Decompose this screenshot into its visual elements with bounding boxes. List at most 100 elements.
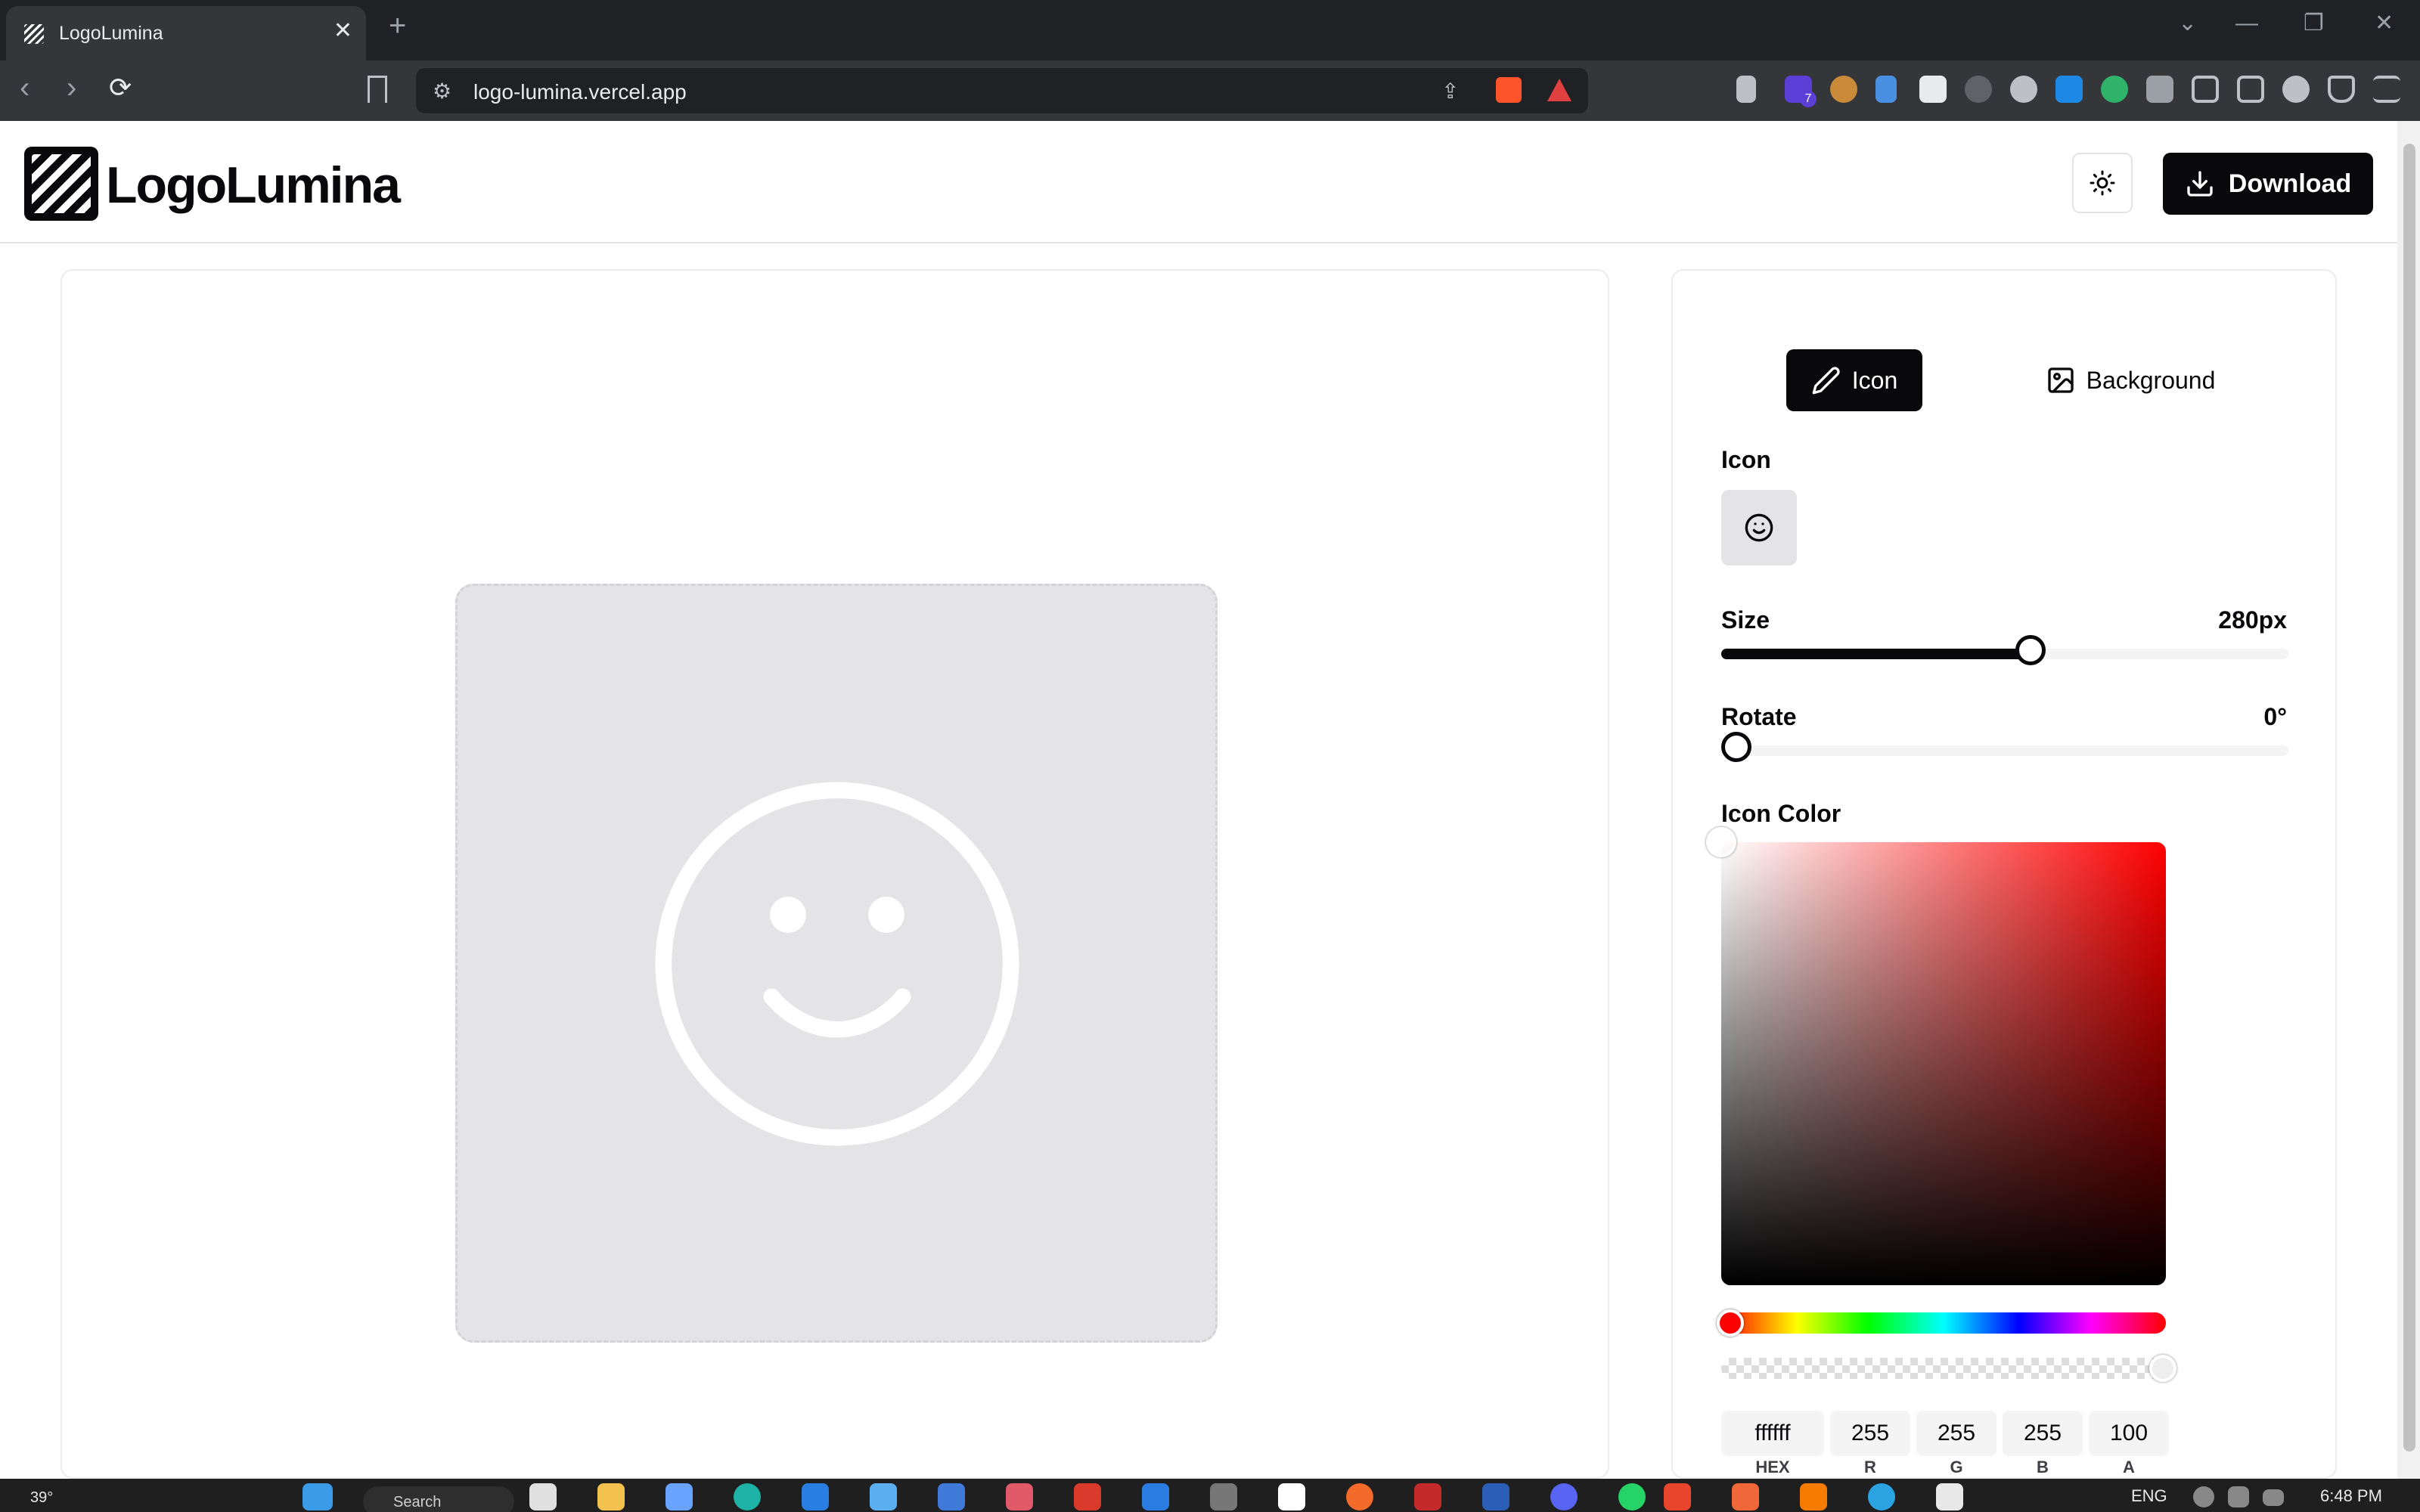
- hex-input[interactable]: ffffff: [1721, 1411, 1824, 1456]
- green-input[interactable]: 255: [1916, 1411, 1996, 1456]
- reload-icon[interactable]: ⟳: [109, 74, 132, 101]
- rotate-slider[interactable]: [1721, 732, 2288, 762]
- icon-picker-button[interactable]: [1721, 490, 1797, 565]
- hue-slider-thumb[interactable]: [1717, 1309, 1744, 1337]
- brave-rewards-icon[interactable]: [1547, 79, 1571, 101]
- app-icon-dark-red[interactable]: [1414, 1483, 1441, 1510]
- browser-tab[interactable]: LogoLumina ✕: [6, 6, 366, 60]
- extension-badge: 7: [1800, 91, 1817, 107]
- restore-button[interactable]: ❐: [2304, 12, 2324, 35]
- back-icon[interactable]: ‹: [20, 73, 29, 103]
- size-slider-thumb[interactable]: [2015, 635, 2046, 665]
- leo-ai-icon[interactable]: [2282, 76, 2310, 103]
- battery-icon[interactable]: [2263, 1489, 2284, 1506]
- app-icon-orange[interactable]: [1346, 1483, 1373, 1510]
- app-icon-coral[interactable]: [1732, 1483, 1759, 1510]
- language-indicator[interactable]: ENG: [2131, 1486, 2167, 1506]
- files-extension-icon[interactable]: [1876, 76, 1897, 103]
- page-scrollbar[interactable]: [2397, 121, 2420, 1479]
- wallet-icon[interactable]: [2237, 76, 2264, 103]
- share-icon[interactable]: ⇪: [1441, 79, 1459, 104]
- copilot-icon[interactable]: [666, 1483, 693, 1510]
- tab-background-label: Background: [2086, 366, 2216, 394]
- red-input[interactable]: 255: [1830, 1411, 1910, 1456]
- close-window-button[interactable]: ✕: [2375, 12, 2394, 35]
- extension-icon-badged[interactable]: 7: [1785, 76, 1817, 107]
- address-bar[interactable]: ⚙ logo-lumina.vercel.app ⇪: [416, 68, 1588, 113]
- bookmark-icon[interactable]: [368, 76, 387, 103]
- hex-field-label: HEX: [1755, 1458, 1790, 1476]
- control-panel: Icon Background Icon Size 280px Rotate 0…: [1671, 269, 2337, 1479]
- extensions-puzzle-icon[interactable]: [2146, 76, 2173, 103]
- vpn-shield-icon[interactable]: [2328, 76, 2355, 103]
- pen-icon: [1812, 367, 1840, 395]
- saturation-value-thumb[interactable]: [1706, 827, 1736, 857]
- telegram-icon[interactable]: [1868, 1483, 1895, 1510]
- store-icon[interactable]: [802, 1483, 829, 1510]
- volume-icon[interactable]: [2228, 1486, 2249, 1507]
- task-view-icon[interactable]: [529, 1483, 557, 1510]
- word-icon[interactable]: [1482, 1483, 1509, 1510]
- translate-extension-icon[interactable]: [2055, 76, 2083, 103]
- new-tab-button[interactable]: +: [389, 11, 406, 41]
- app-icon-red[interactable]: [1074, 1483, 1101, 1510]
- tab-icon[interactable]: Icon: [1786, 349, 1922, 411]
- size-slider[interactable]: [1721, 635, 2288, 665]
- red-field-label: R: [1864, 1458, 1876, 1476]
- wifi-icon[interactable]: [2193, 1486, 2214, 1507]
- logolumina-favicon-icon: [24, 24, 44, 44]
- sidebar-icon[interactable]: [2192, 76, 2219, 103]
- hue-slider[interactable]: [1717, 1309, 2166, 1337]
- taskbar-search[interactable]: Search: [363, 1486, 514, 1512]
- theme-toggle-button[interactable]: [2072, 153, 2133, 213]
- download-button[interactable]: Download: [2163, 153, 2373, 215]
- alpha-slider[interactable]: [1721, 1355, 2176, 1382]
- windows-taskbar: 39° Search ENG 6:48 PM: [0, 1479, 2420, 1512]
- rotate-slider-thumb[interactable]: [1721, 732, 1751, 762]
- browser-tab-bar: LogoLumina ✕ + ⌄ — ❐ ✕: [0, 0, 2420, 60]
- app-icon-light[interactable]: [1936, 1483, 1963, 1510]
- rotate-label: Rotate: [1721, 703, 1797, 730]
- app-icon[interactable]: [938, 1483, 965, 1510]
- edge-icon[interactable]: [734, 1483, 761, 1510]
- tab-title: LogoLumina: [59, 23, 163, 44]
- vscode-icon[interactable]: [1142, 1483, 1169, 1510]
- weather-widget[interactable]: 39°: [30, 1489, 53, 1507]
- image-icon: [2047, 367, 2074, 393]
- sun-icon: [2090, 170, 2115, 196]
- brave-shields-icon[interactable]: [1496, 77, 1522, 103]
- eyedropper-extension-icon[interactable]: [1736, 76, 1756, 103]
- file-explorer-icon[interactable]: [597, 1483, 625, 1510]
- scrollbar-thumb[interactable]: [2403, 144, 2415, 1452]
- forward-icon[interactable]: ›: [67, 73, 76, 103]
- app-icon-amber[interactable]: [1800, 1483, 1827, 1510]
- photos-icon[interactable]: [870, 1483, 897, 1510]
- app-icon-gray[interactable]: [1210, 1483, 1237, 1510]
- saturation-value-picker[interactable]: [1706, 827, 2166, 1285]
- logo-canvas: [455, 584, 1218, 1343]
- site-settings-icon[interactable]: ⚙: [433, 79, 451, 104]
- alpha-input[interactable]: 100: [2089, 1411, 2169, 1456]
- tab-search-icon[interactable]: ⌄: [2178, 12, 2197, 35]
- logo-text: LogoLumina: [106, 156, 401, 214]
- alpha-slider-thumb[interactable]: [2149, 1355, 2176, 1382]
- blue-input[interactable]: 255: [2003, 1411, 2083, 1456]
- bulb-extension-icon[interactable]: [2010, 76, 2037, 103]
- clock-time[interactable]: 6:48 PM: [2320, 1486, 2382, 1506]
- leaf-extension-icon[interactable]: [2101, 76, 2128, 103]
- discord-icon[interactable]: [1550, 1483, 1578, 1510]
- alpha-field-label: A: [2123, 1458, 2135, 1476]
- tab-background[interactable]: Background: [2021, 349, 2240, 411]
- download-label: Download: [2228, 169, 2352, 198]
- minimize-button[interactable]: —: [2235, 12, 2258, 35]
- eye-extension-icon[interactable]: [1919, 76, 1947, 103]
- cookie-extension-icon[interactable]: [1830, 76, 1857, 103]
- start-icon[interactable]: [302, 1483, 333, 1510]
- tab-close-icon[interactable]: ✕: [334, 20, 352, 42]
- app-icon-pink[interactable]: [1006, 1483, 1033, 1510]
- app-icon-active[interactable]: [1664, 1483, 1691, 1510]
- menu-icon[interactable]: [2373, 76, 2400, 103]
- extension-icon-gray[interactable]: [1965, 76, 1992, 103]
- app-icon-white[interactable]: [1278, 1483, 1305, 1510]
- whatsapp-icon[interactable]: [1618, 1483, 1646, 1510]
